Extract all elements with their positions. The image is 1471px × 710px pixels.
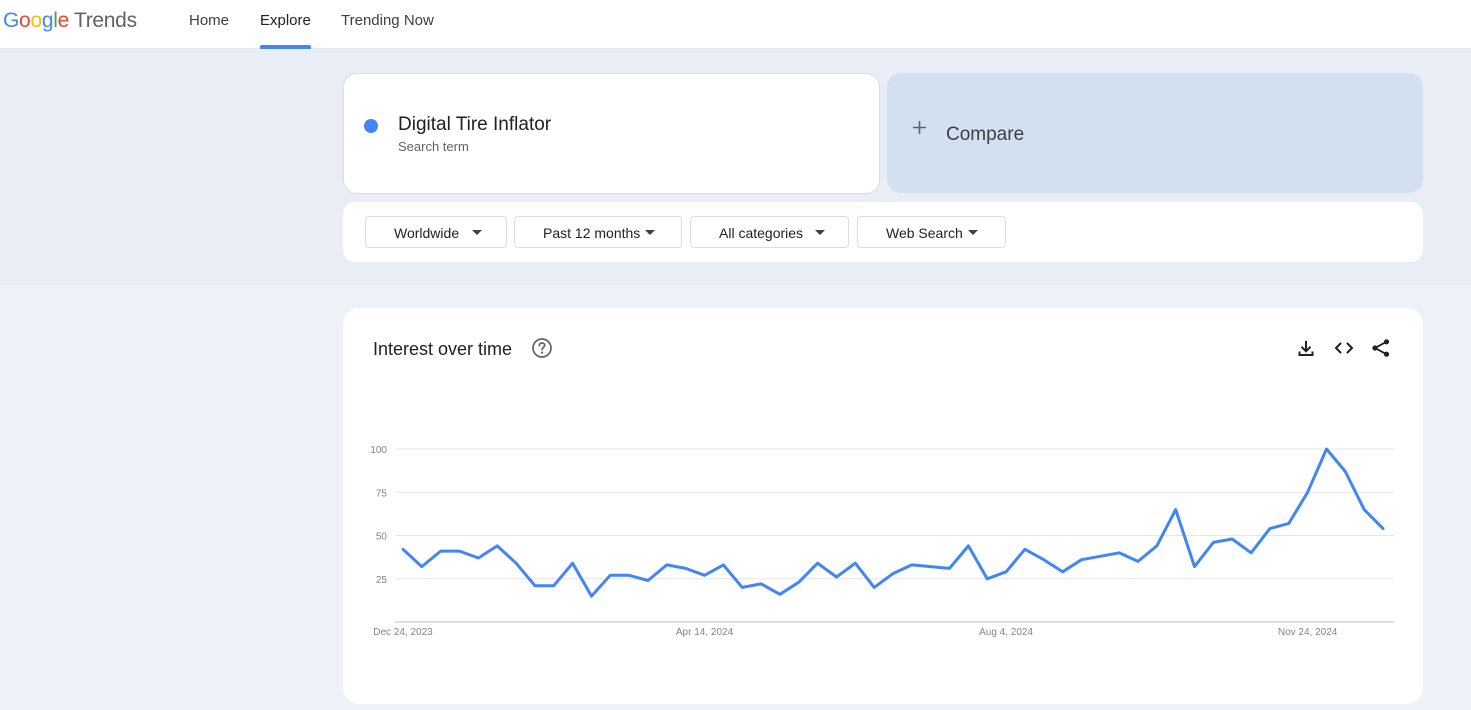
caret-down-icon bbox=[645, 230, 655, 235]
data-point[interactable] bbox=[1060, 569, 1066, 575]
data-point[interactable] bbox=[777, 591, 783, 597]
data-point[interactable] bbox=[1116, 550, 1122, 556]
data-point[interactable] bbox=[928, 564, 934, 570]
data-point[interactable] bbox=[947, 565, 953, 571]
data-point[interactable] bbox=[833, 574, 839, 580]
y-tick-label: 100 bbox=[370, 445, 387, 456]
logo-letter: G bbox=[3, 9, 20, 32]
interest-line-chart: 25 50 75 100 Dec 24, 2023 Apr 14, 2024 Aug 4, … bbox=[370, 445, 1394, 638]
data-point[interactable] bbox=[720, 562, 726, 568]
data-point[interactable] bbox=[532, 583, 538, 589]
y-tick-label: 50 bbox=[376, 532, 388, 543]
data-point[interactable] bbox=[457, 548, 463, 554]
logo-letter: e bbox=[57, 9, 70, 32]
data-point[interactable] bbox=[871, 584, 877, 590]
data-point[interactable] bbox=[890, 571, 896, 577]
data-point[interactable] bbox=[626, 572, 632, 578]
search-term-type: Search term bbox=[398, 139, 469, 154]
search-type-label: Web Search bbox=[886, 225, 963, 241]
google-trends-logo[interactable]: Google Trends bbox=[3, 9, 137, 33]
region-label: Worldwide bbox=[394, 225, 460, 241]
search-term-card[interactable]: Digital Tire Inflator Search term bbox=[343, 73, 880, 194]
region-dropdown[interactable]: Worldwide bbox=[365, 216, 507, 248]
data-point[interactable] bbox=[664, 562, 670, 568]
data-point[interactable] bbox=[1135, 558, 1141, 564]
data-point[interactable] bbox=[909, 562, 915, 568]
caret-down-icon bbox=[472, 230, 482, 235]
data-point[interactable] bbox=[739, 584, 745, 590]
data-point[interactable] bbox=[1361, 507, 1367, 513]
data-point[interactable] bbox=[1022, 546, 1028, 552]
data-point[interactable] bbox=[475, 555, 481, 561]
data-point[interactable] bbox=[1210, 539, 1216, 545]
data-point[interactable] bbox=[645, 577, 651, 583]
data-point[interactable] bbox=[1192, 564, 1198, 570]
y-tick-label: 25 bbox=[376, 575, 388, 586]
nav-explore[interactable]: Explore bbox=[260, 0, 311, 49]
data-point[interactable] bbox=[796, 579, 802, 585]
data-point[interactable] bbox=[1003, 569, 1009, 575]
data-point[interactable] bbox=[1097, 553, 1103, 559]
x-tick-label: Dec 24, 2023 bbox=[373, 627, 433, 638]
data-point[interactable] bbox=[1380, 526, 1386, 532]
top-bar: Google Trends Home Explore Trending Now bbox=[0, 0, 1471, 49]
data-point[interactable] bbox=[1041, 557, 1047, 563]
data-point[interactable] bbox=[702, 572, 708, 578]
data-point[interactable] bbox=[419, 564, 425, 570]
logo-letter: g bbox=[41, 9, 54, 32]
compare-button[interactable]: Compare bbox=[887, 73, 1423, 193]
category-dropdown[interactable]: All categories bbox=[690, 216, 849, 248]
x-tick-label: Aug 4, 2024 bbox=[979, 627, 1033, 638]
data-point[interactable] bbox=[683, 565, 689, 571]
data-point[interactable] bbox=[984, 576, 990, 582]
interest-over-time-card: Interest over time 25 50 75 100 Dec 24, 2023… bbox=[343, 308, 1423, 704]
data-point[interactable] bbox=[551, 583, 557, 589]
data-point[interactable] bbox=[815, 560, 821, 566]
logo-letter: o bbox=[30, 9, 42, 32]
data-point[interactable] bbox=[758, 581, 764, 587]
caret-down-icon bbox=[968, 230, 978, 235]
data-point[interactable] bbox=[1305, 489, 1311, 495]
data-point[interactable] bbox=[965, 543, 971, 549]
x-tick-label: Nov 24, 2024 bbox=[1278, 627, 1338, 638]
data-point[interactable] bbox=[494, 543, 500, 549]
filter-bar: Worldwide Past 12 months All categories … bbox=[343, 202, 1423, 262]
nav-trending-now[interactable]: Trending Now bbox=[341, 0, 434, 49]
data-point[interactable] bbox=[1323, 446, 1329, 452]
caret-down-icon bbox=[815, 230, 825, 235]
search-type-dropdown[interactable]: Web Search bbox=[857, 216, 1006, 248]
nav-home[interactable]: Home bbox=[189, 0, 229, 49]
term-color-dot bbox=[364, 119, 378, 133]
data-point[interactable] bbox=[400, 546, 406, 552]
data-point[interactable] bbox=[513, 560, 519, 566]
compare-label: Compare bbox=[946, 124, 1025, 145]
data-point[interactable] bbox=[852, 560, 858, 566]
plus-icon bbox=[913, 121, 926, 134]
time-range-dropdown[interactable]: Past 12 months bbox=[514, 216, 682, 248]
logo-letter: o bbox=[19, 9, 31, 32]
data-point[interactable] bbox=[570, 560, 576, 566]
category-label: All categories bbox=[719, 225, 804, 241]
data-point[interactable] bbox=[1154, 543, 1160, 549]
data-point[interactable] bbox=[1248, 550, 1254, 556]
data-point[interactable] bbox=[607, 572, 613, 578]
data-point[interactable] bbox=[438, 548, 444, 554]
x-tick-label: Apr 14, 2024 bbox=[676, 627, 734, 638]
logo-product: Trends bbox=[73, 9, 137, 32]
search-term-name[interactable]: Digital Tire Inflator bbox=[398, 114, 551, 136]
active-tab-indicator bbox=[260, 45, 311, 49]
data-point[interactable] bbox=[1267, 526, 1273, 532]
y-tick-label: 75 bbox=[376, 488, 388, 499]
data-point[interactable] bbox=[1342, 468, 1348, 474]
data-point[interactable] bbox=[1229, 536, 1235, 542]
time-range-label: Past 12 months bbox=[543, 225, 641, 241]
data-point[interactable] bbox=[1078, 557, 1084, 563]
data-point[interactable] bbox=[588, 593, 594, 599]
data-point[interactable] bbox=[1286, 520, 1292, 526]
data-point[interactable] bbox=[1173, 507, 1179, 513]
